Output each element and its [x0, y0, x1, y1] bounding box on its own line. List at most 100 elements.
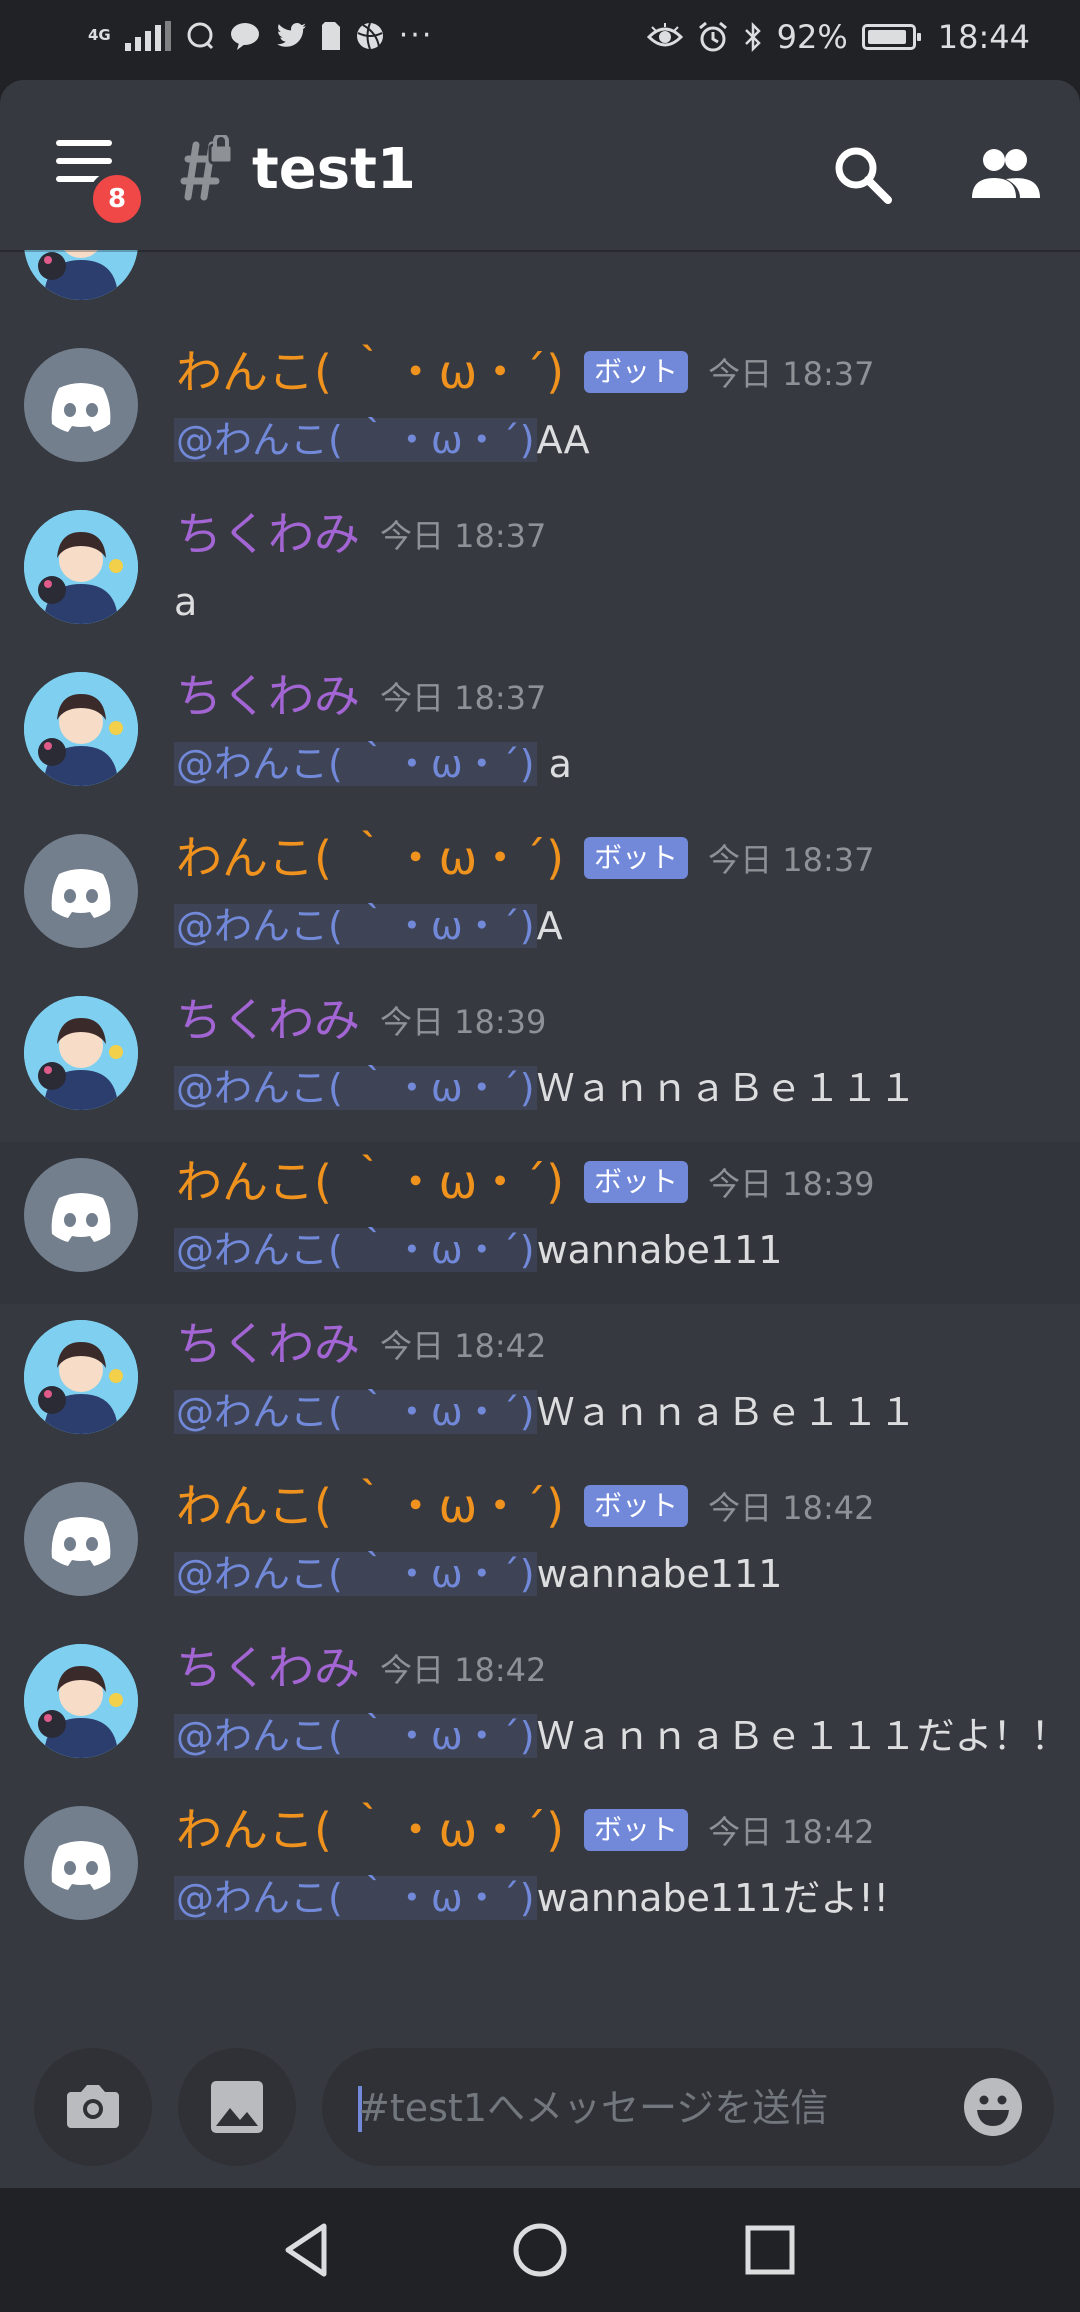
- message-header: ちくわみ 今日 18:42: [176, 1316, 546, 1372]
- message-row[interactable]: ちくわみ 今日 18:42 @わんこ( ｀・ω・´)ＷａｎｎａＢｅ１１１だよ！！: [0, 1628, 1080, 1790]
- discord-logo-icon: [51, 383, 111, 432]
- message-content: @わんこ( ｀・ω・´)wannabe111だよ!!: [174, 1872, 889, 1924]
- recents-icon[interactable]: [734, 2214, 806, 2286]
- bluetooth-icon: [744, 21, 761, 53]
- message-row[interactable]: ちくわみ 今日 18:37 a: [0, 494, 1080, 656]
- author-name[interactable]: わんこ( ｀・ω・´): [176, 1478, 564, 1534]
- line-icon: [230, 22, 259, 50]
- author-name[interactable]: ちくわみ: [176, 992, 360, 1048]
- locked-channel-icon: [180, 135, 234, 201]
- discord-logo-icon: [51, 1841, 111, 1890]
- message-timestamp: 今日 18:37: [708, 841, 875, 879]
- message-row[interactable]: わんこ( ｀・ω・´) ボット 今日 18:42 @わんこ( ｀・ω・´)wannab…: [0, 1790, 1080, 1952]
- network-type: 4G: [88, 26, 111, 44]
- user-mention[interactable]: @わんこ( ｀・ω・´): [174, 1552, 537, 1596]
- battery-percent: 92%: [776, 18, 848, 56]
- message-placeholder: #test1へメッセージを送信: [358, 2086, 829, 2130]
- user-mention[interactable]: @わんこ( ｀・ω・´): [174, 1066, 537, 1110]
- message-row[interactable]: @わんこ( ｀・ω・´)aa: [0, 250, 1080, 332]
- message-timestamp: 今日 18:37: [708, 355, 875, 393]
- bot-tag: ボット: [584, 837, 689, 879]
- message-header: わんこ( ｀・ω・´) ボット 今日 18:42: [176, 1802, 874, 1858]
- author-name[interactable]: ちくわみ: [176, 1316, 360, 1372]
- user-avatar[interactable]: [24, 672, 138, 786]
- message-row[interactable]: ちくわみ 今日 18:39 @わんこ( ｀・ω・´)ＷａｎｎａＢｅ１１１: [0, 980, 1080, 1142]
- bot-avatar[interactable]: [24, 1482, 138, 1596]
- message-input[interactable]: #test1へメッセージを送信: [322, 2048, 1054, 2166]
- author-name[interactable]: わんこ( ｀・ω・´): [176, 344, 564, 400]
- camera-icon: [67, 2085, 119, 2128]
- twitter-icon: [276, 22, 306, 47]
- message-content: @わんこ( ｀・ω・´)wannabe111: [174, 1224, 782, 1276]
- image-button[interactable]: [178, 2048, 296, 2166]
- user-avatar-image: [24, 250, 138, 300]
- alarm-icon: [698, 21, 727, 52]
- channel-header: 8 test1: [0, 80, 1080, 250]
- message-row[interactable]: わんこ( ｀・ω・´) ボット 今日 18:42 @わんこ( ｀・ω・´)wannab…: [0, 1466, 1080, 1628]
- message-timestamp: 今日 18:39: [708, 1165, 875, 1203]
- message-timestamp: 今日 18:37: [380, 517, 547, 555]
- user-avatar-image: [24, 996, 138, 1110]
- message-row[interactable]: わんこ( ｀・ω・´) ボット 今日 18:39 @わんこ( ｀・ω・´)wannab…: [0, 1142, 1080, 1304]
- message-text: ＷａｎｎａＢｅ１１１: [536, 1066, 917, 1110]
- message-header: わんこ( ｀・ω・´) ボット 今日 18:39: [176, 1154, 874, 1210]
- bot-avatar[interactable]: [24, 834, 138, 948]
- user-avatar[interactable]: [24, 1644, 138, 1758]
- message-content: @わんこ( ｀・ω・´)ＷａｎｎａＢｅ１１１: [174, 1062, 917, 1114]
- user-avatar-image: [24, 1320, 138, 1434]
- message-row[interactable]: わんこ( ｀・ω・´) ボット 今日 18:37 @わんこ( ｀・ω・´)A: [0, 818, 1080, 980]
- message-content: @わんこ( ｀・ω・´)wannabe111: [174, 1548, 782, 1600]
- author-name[interactable]: ちくわみ: [176, 1640, 360, 1696]
- emoji-icon[interactable]: [962, 2076, 1024, 2138]
- author-name[interactable]: わんこ( ｀・ω・´): [176, 830, 564, 886]
- message-text: wannabe111: [536, 1228, 783, 1272]
- discord-logo-icon: [51, 869, 111, 918]
- user-mention[interactable]: @わんこ( ｀・ω・´): [174, 1714, 537, 1758]
- camera-button[interactable]: [34, 2048, 152, 2166]
- composer-bar: #test1へメッセージを送信: [0, 2030, 1080, 2188]
- chat-bubble-icon: [187, 22, 213, 49]
- message-header: ちくわみ 今日 18:42: [176, 1640, 546, 1696]
- search-icon[interactable]: [830, 142, 894, 206]
- author-name[interactable]: わんこ( ｀・ω・´): [176, 1154, 564, 1210]
- user-mention[interactable]: @わんこ( ｀・ω・´): [174, 1228, 537, 1272]
- bot-avatar[interactable]: [24, 1806, 138, 1920]
- message-row[interactable]: ちくわみ 今日 18:37 @わんこ( ｀・ω・´) a: [0, 656, 1080, 818]
- message-header: わんこ( ｀・ω・´) ボット 今日 18:37: [176, 830, 874, 886]
- bot-tag: ボット: [584, 1809, 689, 1851]
- message-list[interactable]: @わんこ( ｀・ω・´)aaわんこ( ｀・ω・´)ボット今日 18:37@わんこ…: [0, 250, 1080, 2030]
- message-text: wannabe111だよ!!: [536, 1876, 889, 1920]
- user-avatar[interactable]: [24, 510, 138, 624]
- user-mention[interactable]: @わんこ( ｀・ω・´): [174, 1876, 537, 1920]
- message-timestamp: 今日 18:39: [380, 1003, 547, 1041]
- message-row[interactable]: わんこ( ｀・ω・´) ボット 今日 18:37 @わんこ( ｀・ω・´)AA: [0, 332, 1080, 494]
- user-mention[interactable]: @わんこ( ｀・ω・´): [174, 742, 537, 786]
- user-avatar[interactable]: [24, 996, 138, 1110]
- sim-icon: [321, 21, 340, 50]
- user-avatar[interactable]: [24, 1320, 138, 1434]
- bot-avatar[interactable]: [24, 348, 138, 462]
- bot-avatar[interactable]: [24, 1158, 138, 1272]
- clock: 18:44: [937, 18, 1030, 56]
- user-mention[interactable]: @わんこ( ｀・ω・´): [174, 904, 537, 948]
- eye-icon: [646, 23, 683, 47]
- message-content: @わんこ( ｀・ω・´)ＷａｎｎａＢｅ１１１だよ！！: [174, 1710, 1069, 1762]
- members-icon[interactable]: [970, 142, 1042, 206]
- message-timestamp: 今日 18:42: [380, 1651, 547, 1689]
- message-row[interactable]: ちくわみ 今日 18:42 @わんこ( ｀・ω・´)ＷａｎｎａＢｅ１１１: [0, 1304, 1080, 1466]
- message-timestamp: 今日 18:42: [380, 1327, 547, 1365]
- notification-badge: 8: [88, 170, 146, 228]
- user-mention[interactable]: @わんこ( ｀・ω・´): [174, 1390, 537, 1434]
- back-icon[interactable]: [272, 2214, 344, 2286]
- user-avatar[interactable]: [24, 250, 138, 300]
- user-mention[interactable]: @わんこ( ｀・ω・´): [174, 418, 537, 462]
- message-text: A: [536, 904, 563, 948]
- message-text: wannabe111: [536, 1552, 783, 1596]
- author-name[interactable]: ちくわみ: [176, 506, 360, 562]
- message-timestamp: 今日 18:42: [708, 1489, 875, 1527]
- author-name[interactable]: わんこ( ｀・ω・´): [176, 1802, 564, 1858]
- home-icon[interactable]: [504, 2214, 576, 2286]
- bot-tag: ボット: [584, 1161, 689, 1203]
- message-content: @わんこ( ｀・ω・´) a: [174, 738, 572, 790]
- author-name[interactable]: ちくわみ: [176, 668, 360, 724]
